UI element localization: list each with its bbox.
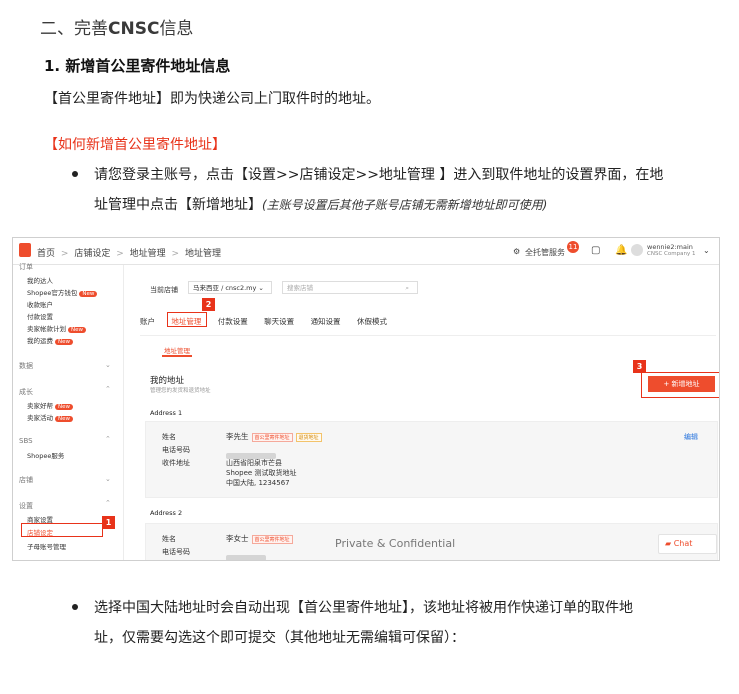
edit-address-link[interactable]: 编辑: [684, 432, 698, 442]
subtab-address[interactable]: 地址管理: [164, 345, 190, 355]
sidebar-item[interactable]: 我的达人: [27, 275, 53, 285]
address1-label: Address 1: [150, 409, 183, 417]
breadcrumb-home[interactable]: 首页: [37, 249, 55, 259]
bullet-dot: [72, 171, 78, 177]
breadcrumb: 首页 > 店铺设定 > 地址管理 > 地址管理: [37, 249, 221, 259]
sidebar-item[interactable]: Shopee服务: [27, 450, 64, 460]
my-address-title: 我的地址: [150, 376, 185, 386]
admin-screenshot: 首页 > 店铺设定 > 地址管理 > 地址管理 ⚙ 全托管服务 11 ▢ 🔔 w…: [12, 237, 720, 561]
bullet1-note: (主账号设置后其他子账号店铺无需新增地址即可使用): [262, 198, 548, 212]
subtab-underline: [162, 355, 192, 357]
sidebar-section-growth[interactable]: 成长: [19, 387, 33, 397]
breadcrumb-current: 地址管理: [184, 249, 221, 259]
tab-payment[interactable]: 付款设置: [218, 317, 248, 326]
shopee-logo-icon: [19, 243, 31, 257]
current-shop-label: 当前店铺: [150, 286, 178, 294]
annotation-box-3: [641, 372, 719, 398]
chevron-up-icon[interactable]: ⌃: [105, 435, 111, 443]
bullet-dot: [72, 604, 78, 610]
user-name: wennie2:main: [647, 243, 693, 251]
chat-icon: ▰: [665, 539, 672, 548]
sidebar-item[interactable]: 卖家帐款计划 New: [27, 323, 86, 333]
chevron-up-icon[interactable]: ⌃: [105, 385, 111, 393]
message-icon[interactable]: ▢: [591, 245, 600, 256]
shop-search-input[interactable]: 搜索店铺 ⌕: [282, 281, 418, 294]
tab-vacation[interactable]: 休假模式: [357, 317, 387, 326]
top-right-area: ⚙ 全托管服务 11 ▢ 🔔 wennie2:main CNSC Company…: [513, 241, 713, 260]
chevron-up-icon[interactable]: ⌃: [105, 499, 111, 507]
annotation-box-2: [167, 312, 207, 327]
annotation-number-2: 2: [202, 298, 215, 311]
sidebar-section-data[interactable]: 数据: [19, 361, 33, 371]
bell-icon[interactable]: 🔔: [615, 245, 627, 256]
sidebar-section-shop[interactable]: 店铺: [19, 475, 33, 485]
my-address-desc: 管理您的发货和退货地址: [150, 388, 211, 394]
sidebar: 订单 我的达人 Shopee官方钱包 New 收款账户 付款设置 卖家帐款计划 Ne…: [13, 262, 124, 560]
chevron-down-icon[interactable]: ⌄: [703, 246, 710, 255]
avatar[interactable]: [631, 244, 643, 256]
address2-label: Address 2: [150, 509, 183, 517]
top-bar: 首页 > 店铺设定 > 地址管理 > 地址管理 ⚙ 全托管服务 11 ▢ 🔔 w…: [13, 238, 719, 265]
shop-select[interactable]: 马来西亚 / cnsc2.my ⌄: [188, 281, 272, 294]
howto-heading: 【如何新增首公里寄件地址】: [44, 137, 226, 153]
sidebar-section-settings[interactable]: 设置: [19, 501, 33, 511]
sidebar-item[interactable]: 卖家好帮 New: [27, 400, 73, 410]
sidebar-item[interactable]: 付款设置: [27, 311, 53, 321]
tab-account[interactable]: 账户: [140, 317, 155, 326]
tab-notifications[interactable]: 通知设置: [311, 317, 341, 326]
sidebar-item[interactable]: 子母账号管理: [27, 541, 66, 551]
phone-redacted: [226, 547, 266, 560]
intro-text: 【首公里寄件地址】即为快递公司上门取件时的地址。: [44, 91, 380, 107]
watermark: Private & Confidential: [335, 537, 456, 550]
sidebar-item[interactable]: Shopee官方钱包 New: [27, 287, 98, 297]
divider: [140, 335, 716, 336]
annotation-number-1: 1: [102, 516, 115, 529]
sidebar-item[interactable]: 我的运费 New: [27, 335, 73, 345]
tab-chat[interactable]: 聊天设置: [264, 317, 294, 326]
address-card-1: 姓名 李先生 首公里寄件地址 退货地址 电话号码 收件地址 山西省阳泉市芒县 Sho…: [145, 421, 718, 498]
notification-badge: 11: [567, 241, 579, 253]
annotation-box-1: [21, 523, 103, 537]
bullet2-line2: 址，仅需要勾选这个即可提交（其他地址无需编辑可保留）：: [94, 630, 465, 646]
bullet2-line1: 选择中国大陆地址时会自动出现【首公里寄件地址】，该地址将被用作快递订单的取件地: [94, 600, 633, 616]
chat-button[interactable]: ▰ Chat: [658, 534, 717, 554]
breadcrumb-shop-settings[interactable]: 店铺设定: [74, 249, 110, 259]
section-title: 二、完善CNSC信息: [40, 19, 194, 39]
chevron-down-icon[interactable]: ⌄: [105, 475, 111, 483]
sidebar-item[interactable]: 卖家活动 New: [27, 412, 73, 422]
service-icon: ⚙: [513, 247, 521, 256]
bullet1-line2: 址管理中点击【新增地址】(主账号设置后其他子账号店铺无需新增地址即可使用): [94, 197, 548, 213]
main-content: 当前店铺 马来西亚 / cnsc2.my ⌄ 搜索店铺 ⌕ 账户 地址管理 付款…: [124, 265, 719, 560]
bullet1-line1: 请您登录主账号，点击【设置>>店铺设定>>地址管理 】进入到取件地址的设置界面，…: [94, 167, 664, 183]
chevron-down-icon[interactable]: ⌄: [105, 361, 111, 369]
sidebar-item[interactable]: 收款账户: [27, 299, 53, 309]
sidebar-section-orders[interactable]: 订单: [19, 262, 33, 272]
sidebar-section-sbs[interactable]: SBS: [19, 437, 33, 445]
annotation-number-3: 3: [633, 360, 646, 373]
user-company: CNSC Company 1: [647, 251, 696, 257]
search-icon: ⌕: [405, 284, 409, 292]
service-label[interactable]: 全托管服务: [525, 247, 565, 258]
breadcrumb-address[interactable]: 地址管理: [130, 249, 166, 259]
subsection-title: 1. 新增首公里寄件地址信息: [44, 57, 231, 75]
